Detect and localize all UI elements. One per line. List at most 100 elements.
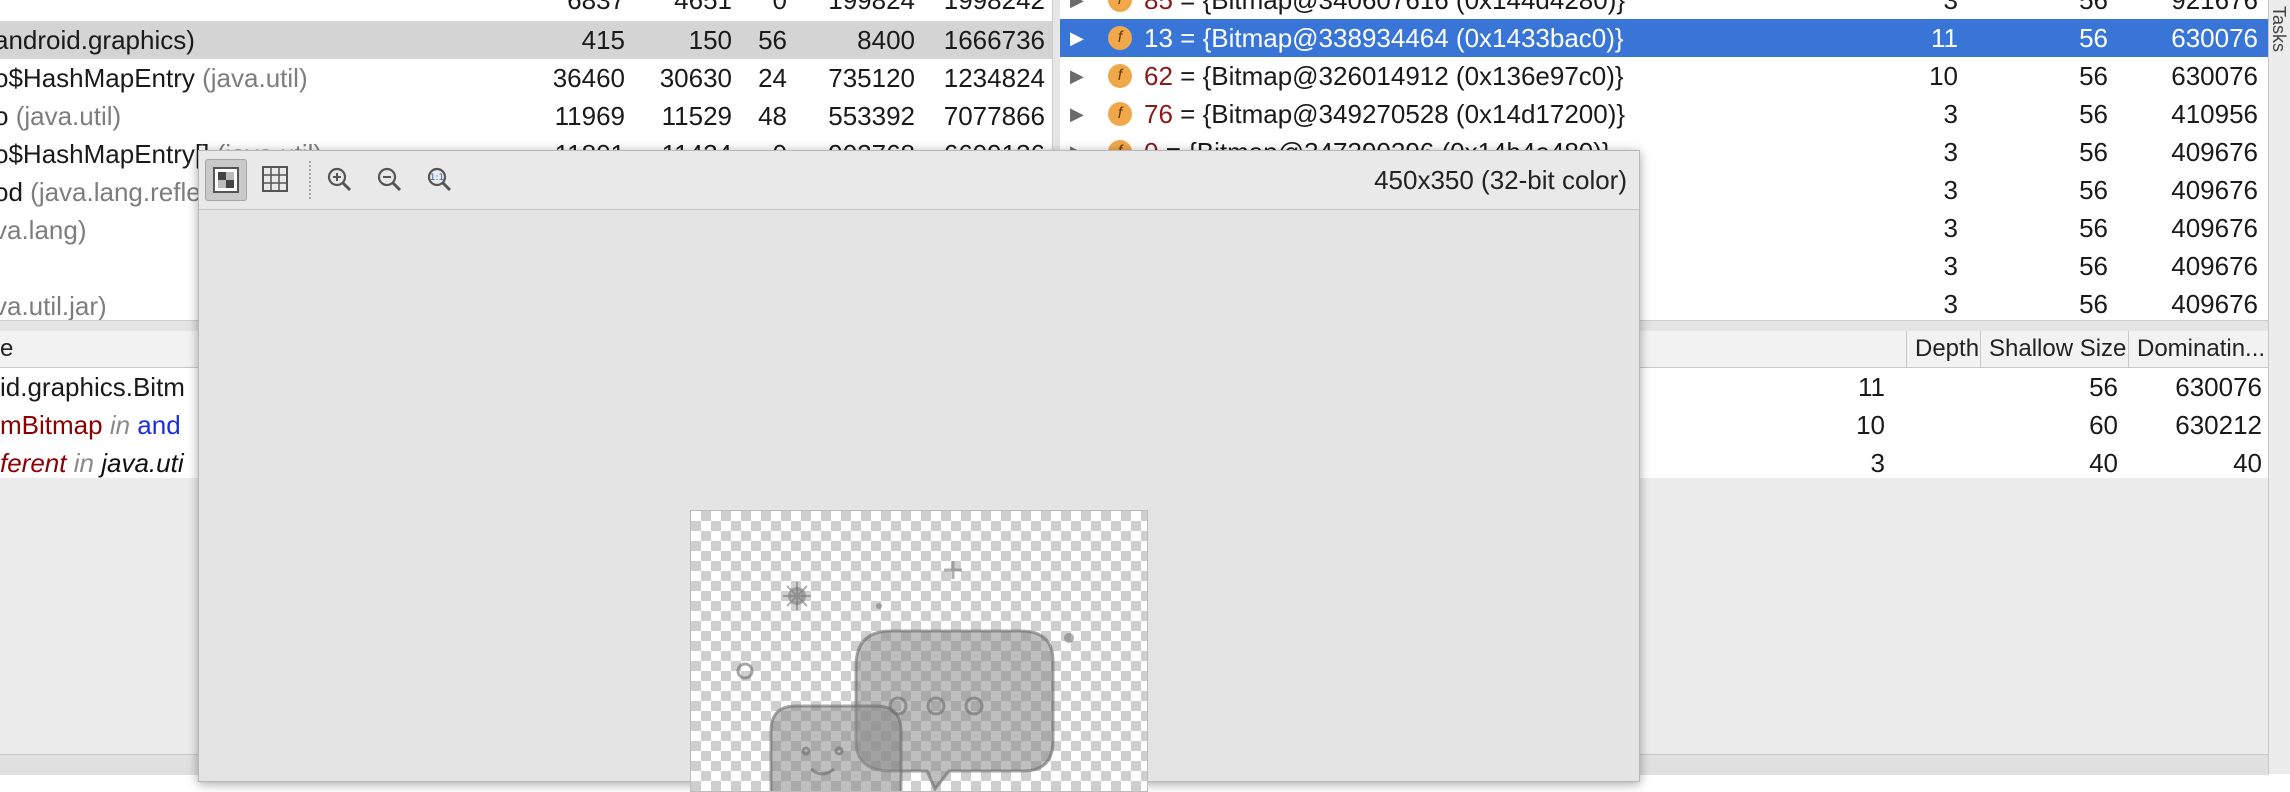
cell-depth: 10 [1929,61,1958,91]
cell-dominating: 921676 [2171,0,2258,15]
cell: 7077866 [943,101,1045,131]
instance-label: 62 = {Bitmap@326014912 (0x136e97c0)} [1144,57,1624,95]
cell-shallow: 56 [2079,213,2108,243]
bitmap-preview [690,510,1148,792]
cell: 1234824 [943,63,1045,93]
tasks-side-tab[interactable]: Tasks [2269,6,2289,52]
chat-bubbles-image [736,561,1074,791]
cell-depth: 10 [1856,410,1885,440]
array-index: 62 [1144,61,1173,91]
expand-arrow-icon[interactable]: ▶ [1070,57,1084,95]
cell: 4651 [674,0,732,15]
instance-row[interactable]: ▶ f 13 = {Bitmap@338934464 (0x1433bac0)} 11… [1060,19,2268,57]
cell-depth: 3 [1943,99,1958,129]
cell-dominating: 630076 [2171,23,2258,53]
table-row[interactable]: android.graphics) 415 150 56 8400 166673… [0,21,1052,59]
viewer-toolbar: 1:1 450x350 (32-bit color) [199,151,1639,210]
cell-dominating: 410956 [2171,99,2258,129]
cell-depth: 3 [1943,289,1958,319]
class-name: o [0,101,9,131]
cell-shallow: 56 [2089,372,2118,402]
cell-shallow: 40 [2089,448,2118,478]
instance-label: 76 = {Bitmap@349270528 (0x14d17200)} [1144,95,1625,133]
cell-shallow: 56 [2079,0,2108,15]
cell-dominating: 409676 [2171,137,2258,167]
cell: 56 [758,25,787,55]
cell-dominating: 630212 [2175,410,2262,440]
cell: 30630 [659,63,732,93]
instance-value: = {Bitmap@340607616 (0x144d4280)} [1180,0,1626,15]
column-header-shallow-size[interactable]: Shallow Size [1980,331,2127,367]
reference-name: id.graphics.Bitm [0,372,185,402]
field-badge-icon: f [1108,64,1132,88]
instance-label: 13 = {Bitmap@338934464 (0x1433bac0)} [1144,19,1624,57]
instance-value: = {Bitmap@338934464 (0x1433bac0)} [1180,23,1624,53]
instance-label: 85 = {Bitmap@340607616 (0x144d4280)} [1144,0,1625,19]
array-index: 76 [1144,99,1173,129]
field-name: ferent [0,448,67,478]
instance-row[interactable]: ▶ f 62 = {Bitmap@326014912 (0x136e97c0)} 10… [1060,57,2268,95]
cell: 11529 [661,101,732,131]
table-row[interactable]: o (java.util) 11969 11529 48 553392 7077… [0,97,1052,135]
expand-arrow-icon[interactable]: ▶ [1070,0,1084,19]
zoom-in-icon [327,167,352,192]
zoom-out-icon [377,167,402,192]
in-label: in [73,448,94,478]
package-name: (java.util) [15,101,122,131]
image-size-info: 450x350 (32-bit color) [1374,165,1627,195]
chessboard-icon [213,167,239,193]
package-name: va.util.jar) [0,291,107,320]
chessboard-toggle-button[interactable] [205,159,247,201]
image-canvas[interactable] [199,210,1639,792]
instance-value: = {Bitmap@349270528 (0x14d17200)} [1180,99,1626,129]
cell-dominating: 40 [2233,448,2262,478]
column-header-dominating-size[interactable]: Dominatin... [2128,331,2277,367]
side-tool-strip: Tasks [2268,0,2290,774]
cell: 415 [581,25,625,55]
cell-depth: 3 [1943,137,1958,167]
array-index: 85 [1144,0,1173,15]
instance-row[interactable]: ▶ f 85 = {Bitmap@340607616 (0x144d4280)} 3 5… [1060,0,2268,19]
cell: 553392 [828,101,915,131]
cell-depth: 3 [1943,0,1958,15]
cell: 24 [758,63,787,93]
cell: 735120 [828,63,915,93]
cell: 36460 [552,63,625,93]
cell-dominating: 630076 [2175,372,2262,402]
cell-shallow: 56 [2079,175,2108,205]
cell: 48 [758,101,787,131]
expand-arrow-icon[interactable]: ▶ [1070,95,1084,133]
field-badge-icon: f [1108,102,1132,126]
cell-depth: 3 [1943,213,1958,243]
cell-shallow: 56 [2079,251,2108,281]
cell: 150 [688,25,732,55]
grid-toggle-button[interactable] [255,159,295,199]
actual-size-icon: 1:1 [427,167,452,192]
table-row[interactable]: o$HashMapEntry (java.util) 36460 30630 2… [0,59,1052,97]
cell-depth: 3 [1943,175,1958,205]
instance-value: = {Bitmap@326014912 (0x136e97c0)} [1180,61,1624,91]
field-badge-icon: f [1108,0,1132,12]
instance-row[interactable]: ▶ f 76 = {Bitmap@349270528 (0x14d17200)} 3 5… [1060,95,2268,133]
owner-class: and [137,410,181,440]
expand-arrow-icon[interactable]: ▶ [1070,19,1084,57]
cell: 8400 [857,25,915,55]
cell-dominating: 409676 [2171,289,2258,319]
zoom-in-button[interactable] [319,159,359,199]
bitmap-viewer-popup: 1:1 450x350 (32-bit color) [198,150,1640,792]
cell-shallow: 56 [2079,23,2108,53]
array-index: 13 [1144,23,1173,53]
field-name: mBitmap [0,410,103,440]
cell-depth: 3 [1943,251,1958,281]
cell-dominating: 409676 [2171,251,2258,281]
actual-size-button[interactable]: 1:1 [419,159,459,199]
class-name: o$HashMapEntry[] [0,139,210,169]
column-header-depth[interactable]: Depth [1906,331,1989,367]
cell: 1666736 [943,25,1045,55]
table-row[interactable]: 6837 4651 0 199824 1998242 [0,0,1052,19]
toolbar-separator [309,161,311,199]
grid-icon [262,166,288,192]
zoom-out-button[interactable] [369,159,409,199]
cell: 6837 [567,0,625,15]
package-name: va.lang) [0,215,87,245]
